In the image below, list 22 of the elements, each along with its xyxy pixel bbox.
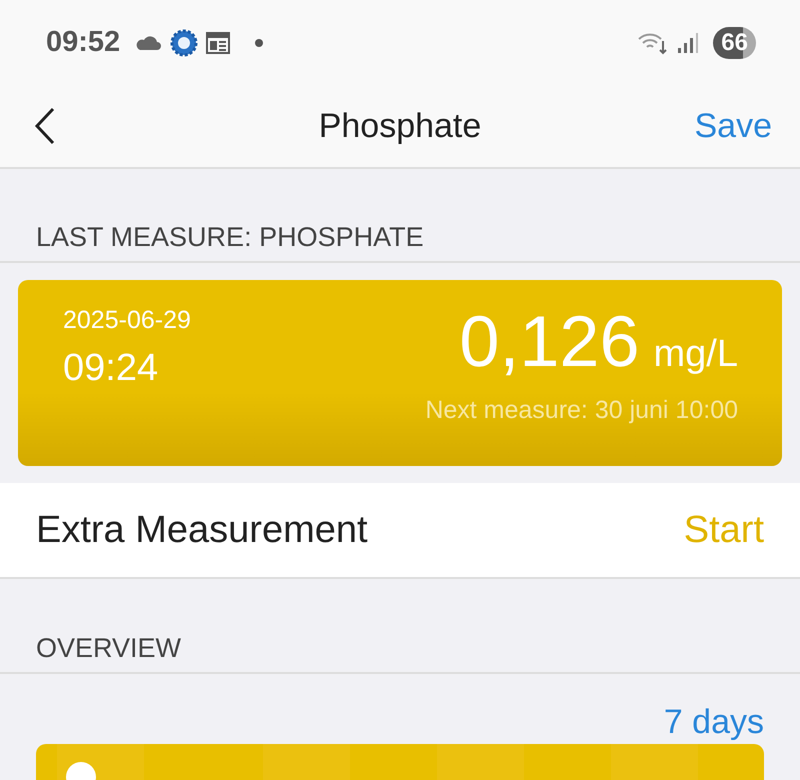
measure-value: 0,126	[459, 306, 640, 378]
battery-indicator: 66	[713, 26, 756, 58]
page-title: Phosphate	[318, 106, 482, 146]
notification-dot-icon	[254, 38, 264, 48]
cloud-icon	[134, 34, 162, 52]
save-button[interactable]: Save	[694, 106, 772, 146]
gear-icon	[170, 28, 198, 56]
measure-time: 09:24	[63, 347, 160, 390]
measure-unit: mg/L	[654, 333, 738, 376]
status-time: 09:52	[46, 26, 120, 59]
section-header: LAST MEASURE: PHOSPHATE	[36, 222, 424, 253]
section-header: OVERVIEW	[36, 633, 182, 664]
range-button[interactable]: 7 days	[664, 700, 764, 744]
calendar-icon	[206, 32, 230, 54]
extra-measurement-label: Extra Measurement	[36, 508, 368, 552]
signal-icon	[677, 32, 700, 54]
measure-date: 2025-06-29	[63, 306, 191, 335]
start-button[interactable]: Start	[684, 508, 764, 552]
back-icon[interactable]	[34, 107, 56, 145]
point-marker-icon	[64, 760, 98, 780]
wifi-icon	[637, 30, 670, 54]
next-measure-text: Next measure: 30 juni 10:00	[425, 396, 738, 425]
